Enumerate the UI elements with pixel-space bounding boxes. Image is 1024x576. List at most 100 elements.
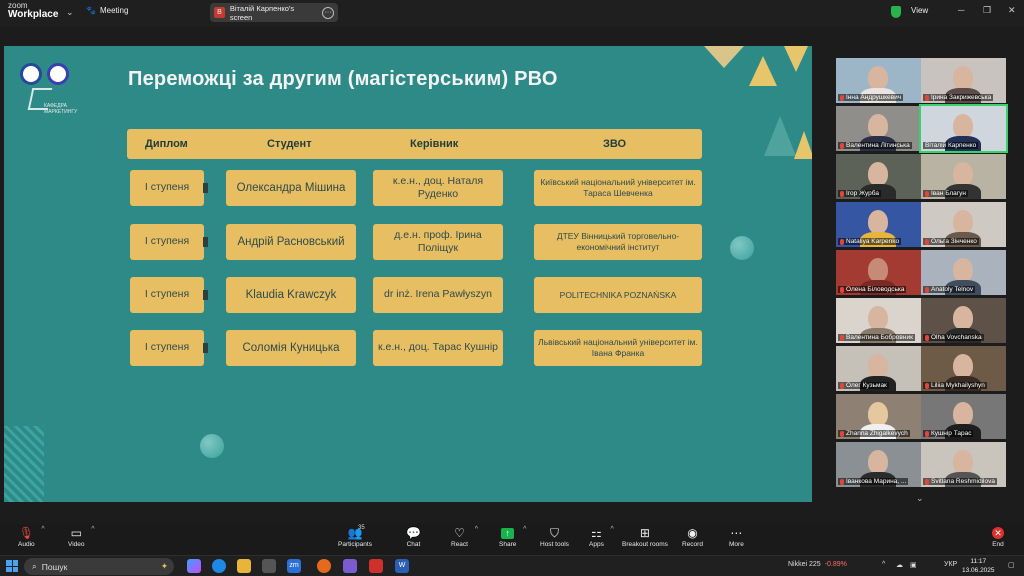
participant-tile-speaking[interactable]: Віталій Карпенко [919, 104, 1008, 153]
tray-chevron-icon[interactable]: ^ [882, 561, 885, 568]
notification-icon[interactable]: ▢ [1008, 561, 1015, 569]
participant-tile[interactable]: Валентина Літинська [836, 106, 921, 151]
marketing-logo-text: КАФЕДРА МАРКЕТИНГУ [44, 103, 78, 115]
decor-bubble [200, 434, 224, 458]
participant-tile[interactable]: Інна Андрушкевич [836, 58, 921, 103]
participant-tile[interactable]: Zhanna Zhigalkevych [836, 394, 921, 439]
edge-icon[interactable] [212, 559, 226, 573]
mic-muted-icon [840, 478, 844, 485]
word-icon[interactable]: W [395, 559, 409, 573]
taskbar-search[interactable]: ⌕ Пошук ✦ [24, 558, 174, 575]
record-icon: ◉ [687, 526, 698, 540]
university-cell: POLITECHNIKA POZNAŃSKA [534, 277, 702, 313]
screen-share-indicator[interactable]: В Віталій Карпенко's screen ··· [210, 3, 338, 22]
zoom-taskbar-icon[interactable]: zm [287, 559, 301, 573]
cloud-icon[interactable]: ☁ [896, 561, 903, 569]
camera-icon: ▭ [70, 526, 82, 540]
audio-button[interactable]: 🎙 Audio ^ [18, 526, 45, 548]
participant-tile[interactable]: Olha Vovchanska [921, 298, 1006, 343]
gallery-next-icon[interactable]: ⌄ [916, 493, 924, 504]
firefox-icon[interactable] [317, 559, 331, 573]
presenter-avatar: В [214, 7, 225, 18]
share-options-chevron-icon[interactable]: ^ [523, 526, 526, 533]
grid-icon: ⊞ [639, 526, 650, 540]
participants-button[interactable]: 👥 Participants 35 [338, 525, 372, 548]
participant-tile[interactable]: Svitlana Reshmidilova [921, 442, 1006, 487]
decor-stripe [4, 426, 44, 502]
minimize-icon[interactable]: ─ [958, 5, 964, 15]
stock-widget[interactable]: Nikkei 225 -0.89% [788, 561, 847, 568]
decor-triangle [704, 46, 744, 68]
participant-tile[interactable]: Liliia Mykhailyshyn [921, 346, 1006, 391]
participant-tile[interactable]: Олег Кузьмак [836, 346, 921, 391]
breakout-rooms-button[interactable]: ⊞ Breakout rooms [622, 526, 668, 548]
more-options-icon[interactable]: ··· [322, 6, 334, 19]
end-meeting-button[interactable]: ✕ End [992, 526, 1004, 548]
chevron-down-icon[interactable]: ⌄ [66, 7, 74, 18]
pdf-reader-icon[interactable] [369, 559, 383, 573]
decor-triangle [794, 131, 812, 159]
host-tools-button[interactable]: ⛉ Host tools [540, 526, 569, 548]
apps-button[interactable]: ⚏ Apps ^ [589, 526, 614, 548]
mic-muted-icon [925, 478, 929, 485]
mic-muted-icon [840, 238, 844, 245]
video-options-chevron-icon[interactable]: ^ [91, 526, 94, 533]
participant-tile[interactable]: Ірина Закрижевська [921, 58, 1006, 103]
header-student: Студент [267, 138, 312, 150]
participant-tile[interactable]: Nataliya Karpenko [836, 202, 921, 247]
meeting-menu[interactable]: 🐾 Meeting [86, 6, 128, 15]
maximize-icon[interactable]: ❐ [983, 5, 991, 16]
participant-tile[interactable]: Іван Благун [921, 154, 1006, 199]
apps-icon: ⚏ [591, 526, 602, 540]
participant-tile[interactable]: Олена Біловодська [836, 250, 921, 295]
record-button[interactable]: ◉ Record [682, 526, 703, 548]
participant-tile[interactable]: Ігор Журба [836, 154, 921, 199]
more-button[interactable]: ⋯ More [729, 526, 744, 548]
university-cell: Київський національний університет ім. Т… [534, 170, 702, 206]
audio-options-chevron-icon[interactable]: ^ [41, 526, 44, 533]
viber-icon[interactable] [343, 559, 357, 573]
participant-tile[interactable]: Валентина Бобровник [836, 298, 921, 343]
language-indicator[interactable]: УКР [944, 561, 957, 568]
close-icon[interactable]: ✕ [1008, 5, 1016, 16]
screen-share-label: Віталій Карпенко's screen [229, 3, 295, 22]
department-logo [47, 63, 69, 85]
store-icon[interactable] [262, 559, 276, 573]
chat-button[interactable]: 💬 Chat [406, 526, 421, 548]
sparkle-icon: ✦ [160, 561, 168, 571]
file-explorer-icon[interactable] [237, 559, 251, 573]
mic-muted-icon [925, 190, 929, 197]
react-button[interactable]: ♡ React ^ [451, 526, 478, 548]
participant-tile[interactable]: Anatoly Telnov [921, 250, 1006, 295]
mic-muted-icon [840, 334, 844, 341]
header-supervisor: Керівник [410, 138, 459, 150]
student-cell: Олександра Мішина [226, 170, 356, 206]
supervisor-cell: к.е.н., доц. Наталя Руденко [373, 170, 503, 206]
student-cell: Соломія Куницька [226, 330, 356, 366]
view-button[interactable]: View [911, 6, 928, 15]
more-icon: ⋯ [730, 526, 743, 540]
participants-count: 35 [358, 525, 365, 531]
video-button[interactable]: ▭ Video ^ [68, 526, 95, 548]
supervisor-cell: dr inż. Irena Pawłyszyn [373, 277, 503, 313]
react-options-chevron-icon[interactable]: ^ [475, 526, 478, 533]
mic-muted-icon [840, 142, 844, 149]
apps-options-chevron-icon[interactable]: ^ [611, 526, 614, 533]
participant-tile[interactable]: Ольга Зінченко [921, 202, 1006, 247]
diploma-cell: І ступеня [130, 224, 208, 260]
system-clock[interactable]: 11:17 13.06.2025 [962, 557, 995, 575]
mic-muted-icon [840, 190, 844, 197]
windows-start-icon[interactable] [6, 560, 18, 572]
mic-muted-icon [925, 430, 929, 437]
table-header: Диплом Студент Керівник ЗВО [127, 129, 702, 159]
security-shield-icon[interactable] [891, 6, 901, 18]
participant-tile[interactable]: Кушнір Тарас [921, 394, 1006, 439]
mic-muted-icon [925, 238, 929, 245]
camera-tray-icon[interactable]: ▣ [910, 561, 917, 569]
supervisor-cell: д.е.н. проф. Ірина Поліщук [373, 224, 503, 260]
header-university: ЗВО [603, 138, 627, 150]
copilot-icon[interactable] [187, 559, 201, 573]
supervisor-cell: к.е.н., доц. Тарас Кушнір [373, 330, 503, 366]
participant-tile[interactable]: Іванкова Марина, ... [836, 442, 921, 487]
share-button[interactable]: ↑ Share ^ [499, 526, 526, 548]
